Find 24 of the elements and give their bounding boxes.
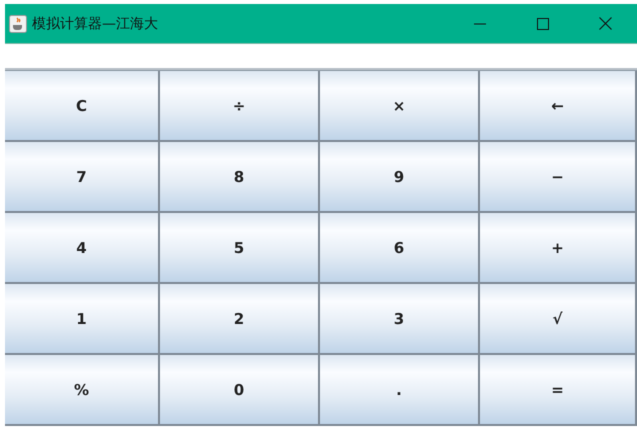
calculator-key[interactable]: × xyxy=(320,71,480,142)
calculator-key[interactable]: 0 xyxy=(160,355,320,426)
calculator-key[interactable]: 8 xyxy=(160,142,320,213)
calculator-key[interactable]: 6 xyxy=(320,213,480,284)
calculator-key[interactable]: − xyxy=(480,142,637,213)
calculator-key[interactable]: C xyxy=(5,71,160,142)
window-title: 模拟计算器—江海大 xyxy=(32,14,158,32)
calculator-key[interactable]: 4 xyxy=(5,213,160,284)
maximize-icon xyxy=(536,18,548,30)
calculator-key[interactable]: % xyxy=(5,355,160,426)
close-icon xyxy=(599,17,612,30)
calculator-key[interactable]: . xyxy=(320,355,480,426)
calculator-key[interactable]: 9 xyxy=(320,142,480,213)
calculator-key[interactable]: 7 xyxy=(5,142,160,213)
calculator-key[interactable]: 5 xyxy=(160,213,320,284)
calculator-key[interactable]: 1 xyxy=(5,284,160,355)
calculator-key[interactable]: 2 xyxy=(160,284,320,355)
calculator-key[interactable]: ÷ xyxy=(160,71,320,142)
coffee-cup-icon xyxy=(9,14,27,32)
calculator-key[interactable]: √ xyxy=(480,284,637,355)
calculator-key[interactable]: 3 xyxy=(320,284,480,355)
calculator-key[interactable]: = xyxy=(480,355,637,426)
calculator-key[interactable]: + xyxy=(480,213,637,284)
calculator-key[interactable]: ← xyxy=(480,71,637,142)
